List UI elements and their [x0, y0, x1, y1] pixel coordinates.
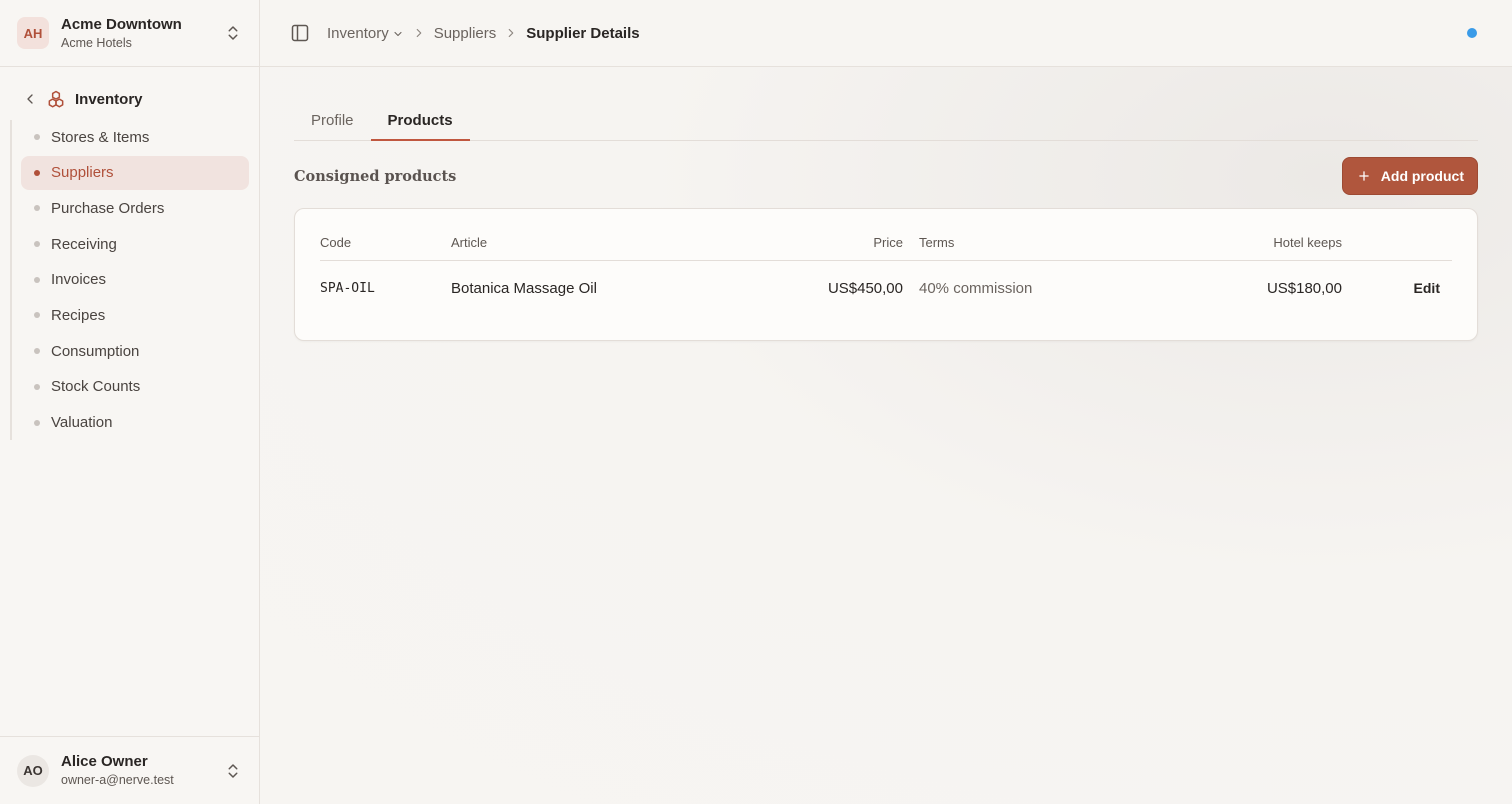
sidebar-item-stores-items[interactable]: Stores & Items — [21, 120, 249, 154]
breadcrumb-suppliers[interactable]: Suppliers — [434, 25, 497, 42]
bullet-icon — [34, 169, 40, 176]
sidebar-item-label: Valuation — [51, 414, 113, 431]
user-name: Alice Owner — [61, 753, 148, 770]
sidebar-item-label: Suppliers — [51, 164, 114, 182]
sidebar-item-label: Recipes — [51, 306, 106, 324]
sidebar-item-label: Consumption — [51, 342, 140, 360]
header-code: Code — [320, 209, 451, 261]
bullet-icon — [34, 276, 40, 283]
sidebar-item-invoices[interactable]: Invoices — [21, 263, 249, 297]
add-product-label: Add product — [1380, 168, 1464, 184]
chevron-right-icon — [416, 28, 422, 38]
products-table: Code Article Price Terms Hotel keeps SPA… — [320, 209, 1452, 316]
header-terms: Terms — [919, 209, 1162, 261]
chevron-up-down-icon — [228, 26, 238, 40]
sidebar-item-stock-counts[interactable]: Stock Counts — [21, 370, 249, 404]
sidebar-item-label: Stock Counts — [51, 378, 141, 396]
sidebar-item-consumption[interactable]: Consumption — [21, 334, 249, 368]
header-actions — [1342, 209, 1452, 261]
sidebar-item-purchase-orders[interactable]: Purchase Orders — [21, 191, 249, 225]
boxes-icon — [48, 90, 64, 108]
user-menu[interactable]: AO Alice Owner owner-a@nerve.test — [0, 736, 259, 804]
nav-list: Stores & Items Suppliers Purchase Orders… — [10, 120, 259, 440]
sidebar-item-label: Stores & Items — [51, 128, 150, 146]
nav-section-title: Inventory — [75, 90, 143, 108]
sidebar-item-label: Purchase Orders — [51, 199, 165, 217]
plus-icon — [1359, 171, 1369, 181]
org-avatar: AH — [17, 17, 49, 49]
sidebar-item-suppliers[interactable]: Suppliers — [21, 155, 249, 190]
nav-section-header: Inventory — [0, 84, 259, 114]
breadcrumb-current: Supplier Details — [526, 24, 640, 42]
bullet-icon — [34, 241, 40, 248]
header-article: Article — [451, 209, 751, 261]
breadcrumb-inventory[interactable]: Inventory — [327, 25, 404, 42]
user-avatar: AO — [17, 754, 49, 787]
sidebar-toggle-icon[interactable] — [290, 23, 310, 43]
section-title: Consigned products — [294, 167, 457, 185]
header-price: Price — [751, 209, 919, 261]
edit-button[interactable]: Edit — [1342, 260, 1452, 316]
bullet-icon — [34, 134, 40, 140]
chevron-down-icon — [394, 31, 402, 36]
user-email: owner-a@nerve.test — [61, 773, 174, 787]
table-header-row: Code Article Price Terms Hotel keeps — [320, 209, 1452, 261]
header-hotel-keeps: Hotel keeps — [1162, 209, 1342, 261]
section-header: Consigned products Add product — [294, 157, 1478, 195]
cell-price: US$450,00 — [827, 279, 903, 297]
sidebar: AH Acme Downtown Acme Hotels Inventory S… — [0, 0, 260, 804]
org-name: Acme Downtown — [61, 15, 182, 33]
top-bar: Inventory Suppliers Supplier Details — [260, 0, 1512, 67]
bullet-icon — [34, 383, 40, 390]
bullet-icon — [34, 348, 40, 355]
status-indicator — [1467, 28, 1477, 38]
cell-article: Botanica Massage Oil — [451, 279, 597, 297]
tab-bar: Profile Products — [294, 101, 1478, 141]
bullet-icon — [34, 312, 40, 319]
chevron-right-icon — [508, 28, 514, 38]
sidebar-item-receiving[interactable]: Receiving — [21, 227, 249, 261]
cell-terms: 40% commission — [919, 279, 1033, 297]
bullet-icon — [34, 205, 40, 212]
org-subtitle: Acme Hotels — [61, 35, 132, 50]
sidebar-item-valuation[interactable]: Valuation — [21, 406, 249, 440]
bullet-icon — [34, 419, 40, 426]
org-switcher[interactable]: AH Acme Downtown Acme Hotels — [0, 0, 259, 67]
products-table-card: Code Article Price Terms Hotel keeps SPA… — [294, 208, 1478, 341]
chevron-up-down-icon — [228, 763, 238, 778]
table-row: SPA-OIL Botanica Massage Oil US$450,00 4… — [320, 260, 1452, 316]
breadcrumb: Inventory Suppliers Supplier Details — [327, 25, 640, 42]
tab-profile[interactable]: Profile — [294, 101, 371, 141]
sidebar-item-recipes[interactable]: Recipes — [21, 298, 249, 332]
cell-hotel-keeps: US$180,00 — [1266, 279, 1342, 297]
main-content: Profile Products Consigned products Add … — [260, 67, 1512, 804]
chevron-left-icon[interactable] — [22, 91, 38, 107]
add-product-button[interactable]: Add product — [1341, 157, 1478, 195]
sidebar-item-label: Receiving — [51, 235, 117, 253]
cell-code: SPA-OIL — [320, 280, 375, 296]
sidebar-item-label: Invoices — [51, 271, 107, 289]
tab-products[interactable]: Products — [370, 101, 470, 141]
